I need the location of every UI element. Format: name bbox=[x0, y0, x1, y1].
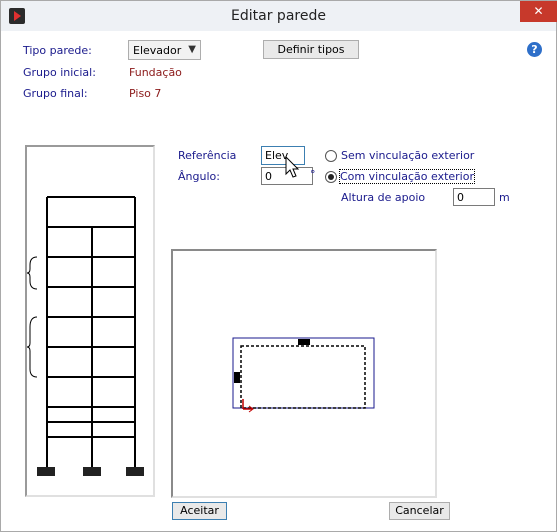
angulo-unit: ° bbox=[310, 168, 316, 181]
elevation-panel bbox=[25, 145, 155, 497]
editar-parede-dialog: Editar parede ✕ Tipo parede: Elevador ▼ … bbox=[0, 0, 557, 532]
grupo-final-label: Grupo final: bbox=[23, 87, 88, 100]
sem-vinculacao-radio[interactable] bbox=[325, 150, 337, 162]
mouse-cursor-icon bbox=[285, 156, 300, 178]
com-vinculacao-label[interactable]: Com vinculação exterior bbox=[339, 169, 475, 184]
altura-apoio-label: Altura de apoio bbox=[341, 191, 426, 204]
tipo-parede-value: Elevador bbox=[133, 44, 182, 57]
plan-view-panel bbox=[171, 249, 437, 498]
tipo-parede-select[interactable]: Elevador ▼ bbox=[128, 40, 201, 60]
referencia-label: Referência bbox=[178, 149, 237, 162]
wall-plan-drawing bbox=[232, 337, 375, 413]
definir-tipos-button[interactable]: Definir tipos bbox=[263, 40, 359, 59]
help-icon[interactable]: ? bbox=[527, 42, 542, 57]
aceitar-button[interactable]: Aceitar bbox=[172, 502, 227, 520]
dialog-title: Editar parede bbox=[231, 8, 326, 24]
title-bar: Editar parede ✕ bbox=[1, 1, 557, 31]
grupo-inicial-label: Grupo inicial: bbox=[23, 66, 96, 79]
grupo-inicial-value: Fundação bbox=[129, 66, 182, 79]
com-vinculacao-radio[interactable] bbox=[325, 171, 337, 183]
altura-apoio-input[interactable]: 0 bbox=[453, 188, 495, 206]
tipo-parede-label: Tipo parede: bbox=[23, 44, 92, 57]
close-button[interactable]: ✕ bbox=[520, 1, 557, 22]
cancelar-button[interactable]: Cancelar bbox=[389, 502, 450, 520]
angulo-label: Ângulo: bbox=[178, 170, 220, 183]
chevron-down-icon: ▼ bbox=[188, 44, 196, 55]
grupo-final-value: Piso 7 bbox=[129, 87, 162, 100]
sem-vinculacao-label[interactable]: Sem vinculação exterior bbox=[341, 149, 474, 162]
building-elevation-drawing bbox=[26, 196, 144, 476]
altura-unit: m bbox=[499, 191, 510, 204]
